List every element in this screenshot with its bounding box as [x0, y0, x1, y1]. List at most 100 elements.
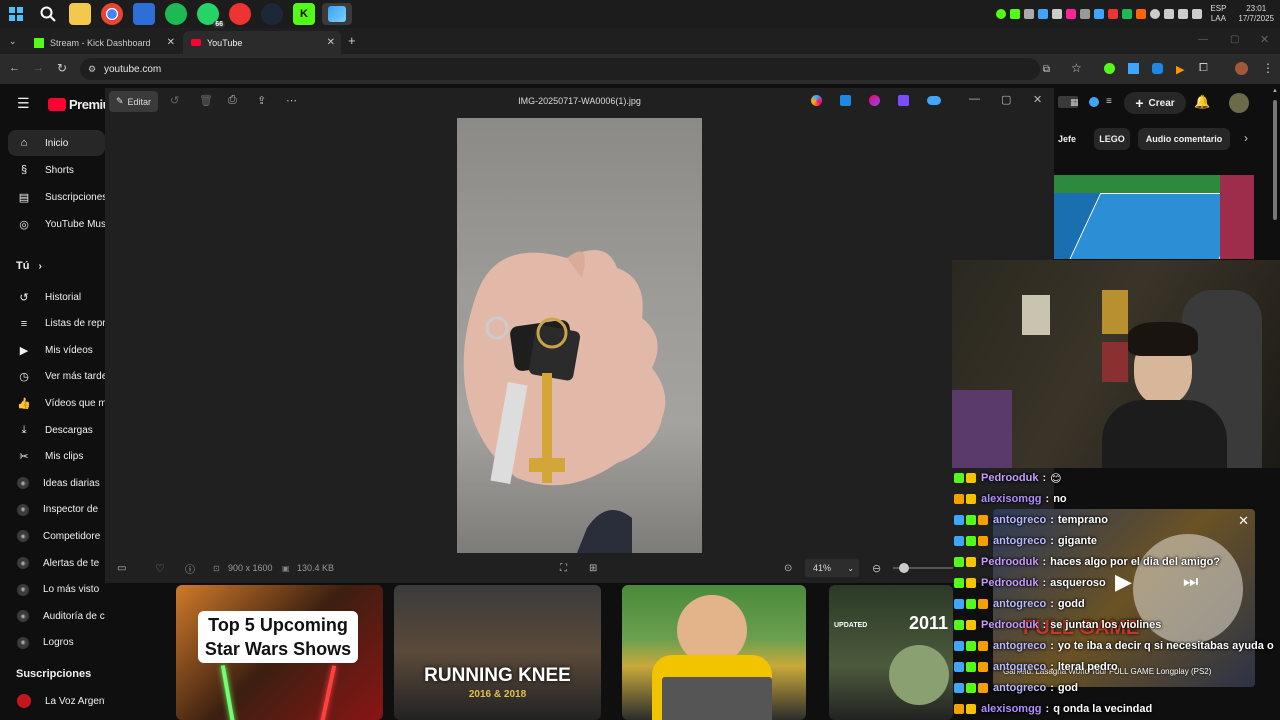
profile-avatar[interactable]: [1235, 62, 1248, 75]
zoom-slider[interactable]: [893, 563, 953, 573]
chat-username[interactable]: Pedrooduk: [981, 556, 1038, 568]
notifications-bell-icon[interactable]: 🔔: [1194, 94, 1210, 110]
install-app-icon[interactable]: ⧉: [1043, 64, 1050, 75]
tray-app-icon[interactable]: [1136, 9, 1147, 19]
sidebar-subscription-item[interactable]: La Voz Argentina: [0, 688, 105, 714]
sidebar-item-ver-m-s-tarde[interactable]: ◷ Ver más tarde: [0, 364, 105, 390]
chip-lego[interactable]: LEGO: [1094, 128, 1130, 150]
tab-kick-dashboard[interactable]: Stream - Kick Dashboard ✕: [26, 31, 181, 54]
tray-app-icon[interactable]: [1122, 9, 1133, 19]
scroll-up-icon[interactable]: ▲: [1272, 88, 1278, 94]
favorite-heart-icon[interactable]: ♡: [155, 562, 165, 575]
new-tab-icon[interactable]: +: [348, 33, 356, 48]
sidebar-item-auditor-a-de-canal[interactable]: ◉ Auditoría de canal: [0, 603, 105, 629]
tray-app-icon[interactable]: [996, 9, 1007, 19]
browser-menu-icon[interactable]: ⋮: [1262, 61, 1274, 75]
chip-audio-comentario[interactable]: Audio comentario: [1138, 128, 1230, 150]
obs-icon[interactable]: [229, 3, 251, 25]
tray-app-icon[interactable]: [1066, 9, 1077, 19]
sidebar-item-v-deos-que-m[interactable]: 👍 Vídeos que m: [0, 390, 105, 416]
close-tab-icon[interactable]: ✕: [167, 37, 175, 48]
windows-start-icon[interactable]: [5, 3, 27, 25]
screenshot-icon[interactable]: ⊙: [784, 563, 792, 574]
zoom-dropdown[interactable]: 41% ⌄: [805, 559, 859, 577]
sidebar-item-descargas[interactable]: ⤓ Descargas: [0, 417, 105, 443]
actual-size-icon[interactable]: ⊞: [589, 563, 597, 574]
account-avatar[interactable]: [1229, 93, 1249, 113]
chat-username[interactable]: antogreco: [993, 640, 1046, 652]
extension-icon[interactable]: [1104, 63, 1115, 74]
account-switch-icon[interactable]: [1089, 97, 1099, 107]
close-icon[interactable]: ✕: [1033, 93, 1042, 106]
sidebar-item-ideas-diarias[interactable]: ◉ Ideas diarias: [0, 470, 105, 496]
designer-icon[interactable]: [869, 95, 880, 106]
maximize-icon[interactable]: ▢: [1001, 93, 1011, 106]
scrollbar[interactable]: ▲: [1272, 88, 1278, 228]
photos-icon[interactable]: [322, 3, 352, 25]
youtube-logo[interactable]: Premiu: [48, 97, 111, 112]
sidebar-item-suscripciones[interactable]: ▤ Suscripciones: [0, 184, 105, 210]
chrome-icon[interactable]: [101, 3, 123, 25]
sidebar-item-alertas-de-te[interactable]: ◉ Alertas de te: [0, 550, 105, 576]
tray-app-icon[interactable]: [1038, 9, 1049, 19]
scroll-thumb[interactable]: [1273, 100, 1277, 220]
sidebar-item-mis-clips[interactable]: ✂ Mis clips: [0, 444, 105, 470]
clipchamp-icon[interactable]: [898, 95, 909, 106]
sidebar-item-youtube-mus[interactable]: ◎ YouTube Mus: [0, 211, 105, 237]
file-explorer-icon[interactable]: [69, 3, 91, 25]
chat-username[interactable]: alexisomgg: [981, 493, 1042, 505]
tab-list-icon[interactable]: ⌄: [9, 36, 17, 47]
video-thumbnail-wrestling[interactable]: RUNNING KNEE 2016 & 2018: [394, 585, 601, 720]
tray-app-icon[interactable]: [1080, 9, 1091, 19]
info-icon[interactable]: ⓘ: [185, 561, 195, 576]
video-thumbnail-tennis[interactable]: [1054, 175, 1254, 259]
chat-username[interactable]: Pedrooduk: [981, 619, 1038, 631]
extension-icon[interactable]: [1128, 63, 1139, 74]
sidebar-item-inspector-de[interactable]: ◉ Inspector de: [0, 497, 105, 523]
tray-app-icon[interactable]: [1108, 9, 1119, 19]
chat-username[interactable]: Pedrooduk: [981, 472, 1038, 484]
extensions-puzzle-icon[interactable]: ⧠: [1199, 62, 1208, 75]
sidebar-item-listas-de-repr[interactable]: ≡ Listas de repr: [0, 311, 105, 337]
sidebar-item-historial[interactable]: ↺ Historial: [0, 284, 105, 310]
create-button[interactable]: + Crear: [1124, 92, 1186, 114]
chat-username[interactable]: Pedrooduk: [981, 577, 1038, 589]
you-section-heading[interactable]: Tú ›: [16, 260, 42, 272]
sidebar-item-shorts[interactable]: § Shorts: [0, 157, 105, 183]
tray-kick-icon[interactable]: [1010, 9, 1021, 19]
wifi-icon[interactable]: [1178, 9, 1189, 19]
list-icon[interactable]: ≡: [1106, 96, 1112, 107]
minimize-icon[interactable]: —: [969, 93, 980, 105]
video-thumbnail-yoda[interactable]: UPDATED 2011: [829, 585, 953, 720]
sidebar-item-inicio[interactable]: ⌂ Inicio: [8, 130, 105, 156]
video-thumbnail-reaction[interactable]: [622, 585, 806, 720]
sidebar-item-lo-m-s-visto[interactable]: ◉ Lo más visto: [0, 577, 105, 603]
maximize-window-icon[interactable]: ▢: [1230, 34, 1239, 45]
chat-username[interactable]: alexisomgg: [981, 703, 1042, 715]
photoshop-express-icon[interactable]: [840, 95, 851, 106]
chat-username[interactable]: antogreco: [993, 514, 1046, 526]
filmstrip-icon[interactable]: ▭: [117, 563, 126, 574]
battery-icon[interactable]: [1164, 9, 1175, 19]
bookmark-star-icon[interactable]: ☆: [1071, 61, 1082, 75]
language-indicator[interactable]: ESP LAA: [1210, 4, 1226, 24]
extension-icon[interactable]: [1152, 63, 1163, 74]
fit-to-window-icon[interactable]: ⛶: [560, 563, 567, 574]
sidebar-item-competidore[interactable]: ◉ Competidore: [0, 523, 105, 549]
minimize-window-icon[interactable]: —: [1198, 34, 1208, 45]
chat-username[interactable]: antogreco: [993, 598, 1046, 610]
sidebar-item-mis-v-deos[interactable]: ▶ Mis vídeos: [0, 337, 105, 363]
chip-jefe[interactable]: Jefe: [1054, 128, 1080, 150]
zoom-slider-thumb[interactable]: [899, 563, 909, 573]
extension-icon[interactable]: ▶: [1176, 63, 1184, 76]
video-thumbnail-star-wars[interactable]: Top 5 Upcoming Star Wars Shows: [176, 585, 383, 720]
chat-username[interactable]: antogreco: [993, 535, 1046, 547]
tray-steam-icon[interactable]: [1052, 9, 1063, 19]
zoom-out-icon[interactable]: ⊖: [872, 562, 881, 575]
sidebar-item-logros[interactable]: ◉ Logros: [0, 630, 105, 656]
chat-username[interactable]: antogreco: [993, 661, 1046, 673]
steam-icon[interactable]: [261, 3, 283, 25]
whatsapp-icon[interactable]: 66: [197, 3, 225, 28]
app-store-icon[interactable]: [133, 3, 155, 25]
apps-icon[interactable]: ▦: [1070, 97, 1079, 108]
